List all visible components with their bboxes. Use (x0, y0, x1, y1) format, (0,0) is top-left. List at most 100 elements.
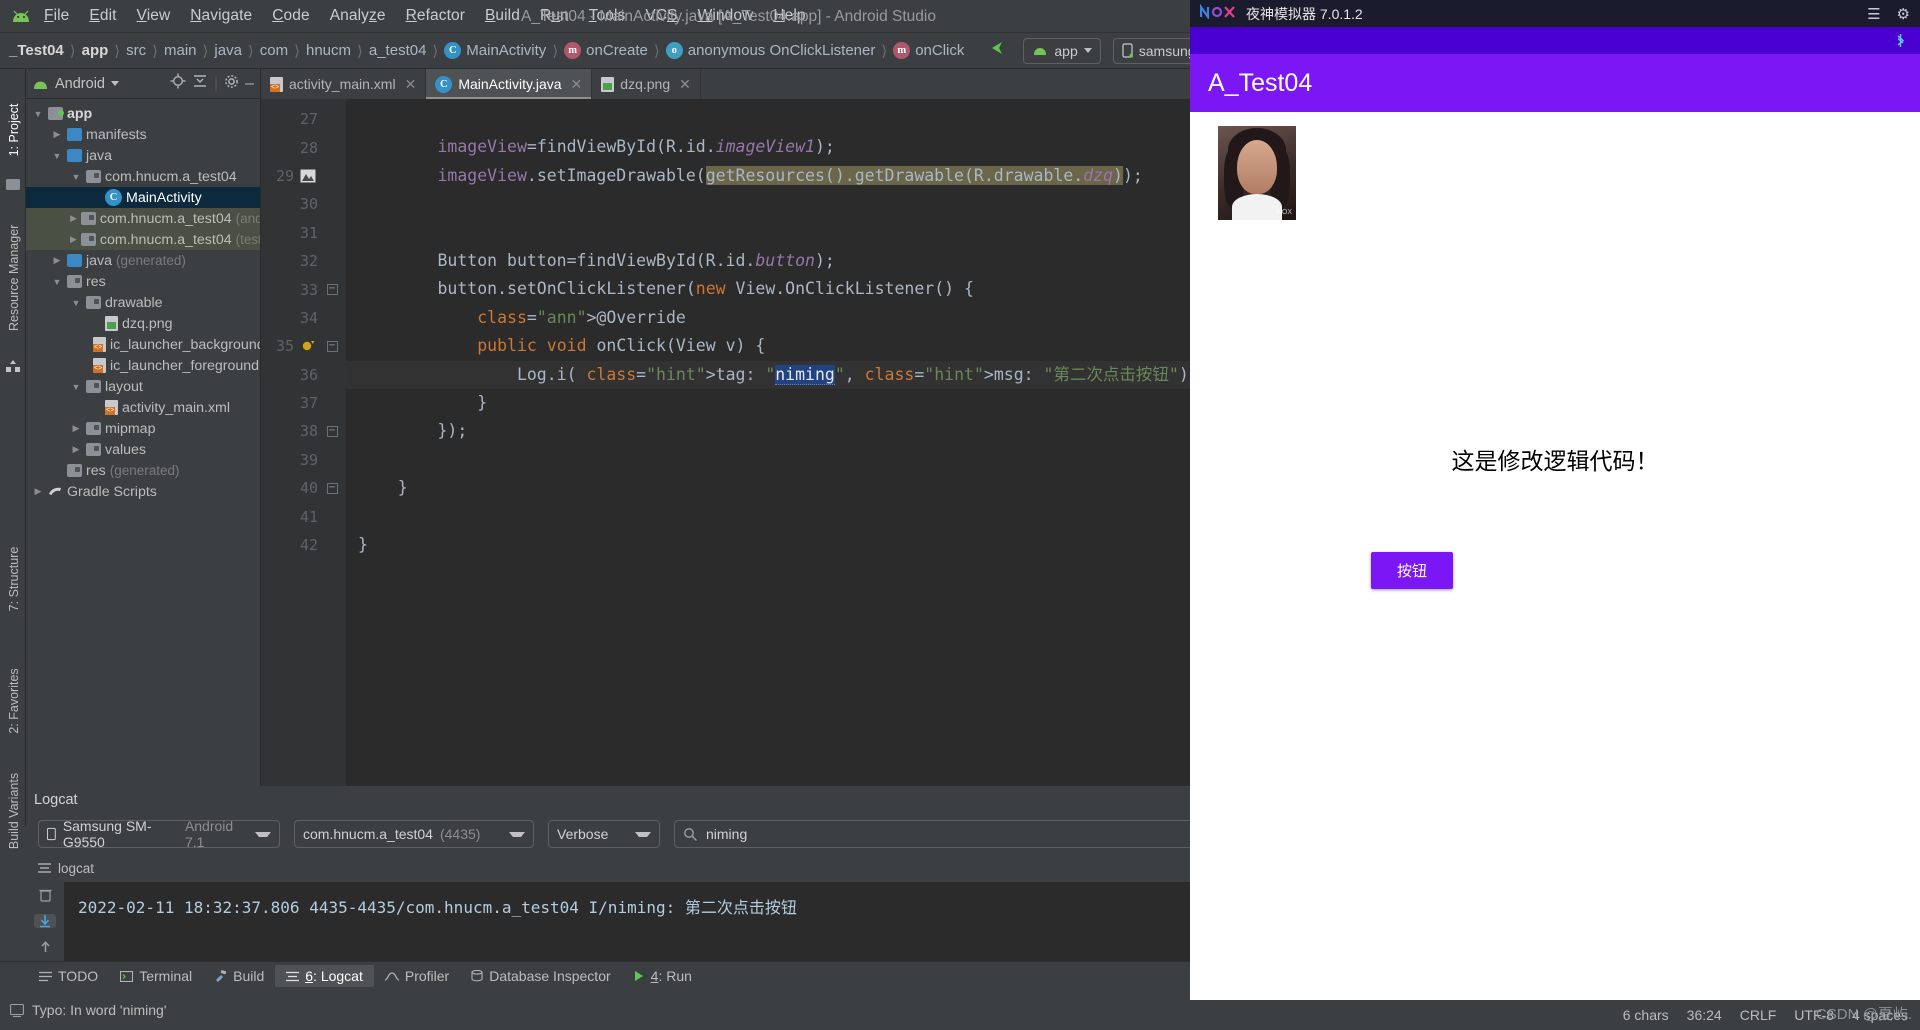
logcat-process-selector[interactable]: com.hnucm.a_test04 (4435) (294, 820, 534, 848)
rail-item-resource-manager[interactable]: Resource Manager (7, 225, 21, 331)
settings-gear-icon[interactable] (224, 74, 239, 94)
chevron-down-icon[interactable]: ▼ (32, 109, 44, 119)
chevron-right-icon[interactable]: ▶ (70, 234, 77, 245)
project-view-mode[interactable]: Android (55, 76, 105, 92)
breadcrumb-item-4[interactable]: java (209, 42, 247, 59)
menu-item-run[interactable]: Run (530, 4, 579, 28)
code-fold-toggle[interactable]: ─ (322, 478, 342, 498)
gutter-line-33[interactable]: 33 ─ (261, 275, 346, 303)
gutter-line-35[interactable]: 35 ─ (261, 332, 346, 360)
code-fold-toggle[interactable]: ─ (322, 280, 342, 300)
scroll-to-end-icon[interactable] (34, 914, 56, 928)
emulator-menu-icon[interactable]: ☰ (1867, 5, 1880, 23)
gutter-line-30[interactable]: 30 (261, 190, 346, 218)
menu-item-navigate[interactable]: Navigate (180, 4, 262, 28)
bottom-item-terminal[interactable]: Terminal (109, 965, 203, 987)
bottom-item-run[interactable]: 4: Run (622, 965, 703, 987)
gutter-line-38[interactable]: 38 ─ (261, 417, 346, 445)
editor-tab-dzq-png[interactable]: dzq.png ✕ (592, 69, 701, 99)
breadcrumb-item-1[interactable]: app (77, 42, 114, 59)
menu-item-code[interactable]: Code (262, 4, 319, 28)
hide-panel-icon[interactable]: – (245, 75, 254, 91)
rail-item-build-variants[interactable]: Build Variants (7, 771, 21, 851)
clear-logcat-icon[interactable] (34, 888, 56, 902)
close-icon[interactable]: ✕ (405, 76, 417, 93)
chevron-down-icon[interactable]: ▼ (51, 277, 63, 287)
chevron-right-icon[interactable]: ▶ (51, 255, 63, 266)
tree-node-values[interactable]: ▶ values (26, 439, 260, 460)
breadcrumb-item-7[interactable]: a_test04 (364, 42, 432, 59)
menu-item-analyze[interactable]: Analyze (320, 4, 396, 28)
breadcrumb-item-5[interactable]: com (255, 42, 293, 59)
chevron-right-icon[interactable]: ▶ (70, 213, 77, 224)
chevron-right-icon[interactable]: ▶ (32, 486, 44, 497)
bottom-item-logcat[interactable]: 6: Logcat (275, 965, 374, 987)
breadcrumb-item-3[interactable]: main (159, 42, 202, 59)
tree-node-activity-main-xml[interactable]: activity_main.xml (26, 397, 260, 418)
tree-node-res[interactable]: res (generated) (26, 460, 260, 481)
gutter-line-42[interactable]: 42 (261, 531, 346, 559)
tree-node-res[interactable]: ▼ res (26, 271, 260, 292)
breadcrumb-item-6[interactable]: hnucm (301, 42, 356, 59)
editor-gutter[interactable]: 27 28 29 30 31 32 33 ─ 34 35 ─ 36 37 38 ─ 39 40 ─ 41 42 (261, 99, 346, 826)
rail-item-project[interactable]: 1: Project (7, 90, 21, 170)
breadcrumb-item-8[interactable]: C MainActivity (439, 42, 551, 59)
run-configuration-selector[interactable]: app (1023, 37, 1101, 64)
gutter-line-36[interactable]: 36 (261, 361, 346, 389)
caret-position[interactable]: 36:24 (1687, 1007, 1722, 1023)
gutter-line-39[interactable]: 39 (261, 446, 346, 474)
emulator-button[interactable]: 按钮 (1371, 552, 1453, 589)
menu-item-help[interactable]: Help (763, 4, 815, 28)
code-fold-toggle[interactable]: ─ (322, 336, 342, 356)
breadcrumb-item-2[interactable]: src (121, 42, 151, 59)
menu-item-window[interactable]: Window (688, 4, 764, 28)
chevron-down-icon[interactable]: ▼ (70, 298, 82, 308)
close-icon[interactable]: ✕ (571, 76, 583, 93)
bottom-item-build[interactable]: Build (203, 965, 275, 987)
gutter-line-37[interactable]: 37 (261, 389, 346, 417)
breadcrumb-item-10[interactable]: o anonymous OnClickListener (661, 42, 881, 59)
image-preview-icon[interactable] (298, 166, 318, 186)
menu-item-file[interactable]: FFileile (34, 4, 79, 28)
intention-bulb-icon[interactable] (298, 336, 318, 356)
code-fold-toggle[interactable]: ─ (322, 421, 342, 441)
bottom-item-database-inspector[interactable]: Database Inspector (460, 965, 621, 987)
logcat-device-selector[interactable]: Samsung SM-G9550 Android 7.1 (38, 818, 280, 850)
tree-node-ic-launcher-background[interactable]: ic_launcher_background. (26, 334, 260, 355)
gutter-line-40[interactable]: 40 ─ (261, 474, 346, 502)
gutter-line-34[interactable]: 34 (261, 304, 346, 332)
tree-node-manifests[interactable]: ▶ manifests (26, 124, 260, 145)
locate-file-icon[interactable] (170, 73, 186, 94)
chevron-right-icon[interactable]: ▶ (70, 423, 82, 434)
editor-tab-activity-main-xml[interactable]: activity_main.xml ✕ (261, 69, 427, 99)
gutter-line-41[interactable]: 41 (261, 502, 346, 530)
breadcrumb-item-11[interactable]: m onClick (888, 42, 969, 59)
menu-item-refactor[interactable]: Refactor (396, 4, 475, 28)
tree-node-dzq-png[interactable]: dzq.png (26, 313, 260, 334)
tree-node-java[interactable]: ▼ java (26, 145, 260, 166)
tree-node-com-hnucm-a-test04[interactable]: ▶ com.hnucm.a_test04(andro (26, 208, 260, 229)
chevron-down-icon[interactable] (110, 81, 119, 86)
chevron-right-icon[interactable]: ▶ (70, 444, 82, 455)
line-separator[interactable]: CRLF (1740, 1007, 1777, 1023)
up-arrow-icon[interactable] (34, 940, 56, 954)
tree-node-ic-launcher-foreground[interactable]: ic_launcher_foreground. (26, 355, 260, 376)
close-icon[interactable]: ✕ (679, 76, 691, 93)
project-tree[interactable]: ▼ app ▶ manifests ▼ java ▼ com.hnucm.a_test04 C M… (26, 99, 260, 817)
breadcrumb-item-0[interactable]: _Test04 (4, 42, 69, 59)
tree-node-drawable[interactable]: ▼ drawable (26, 292, 260, 313)
emulator-settings-icon[interactable]: ⚙ (1897, 5, 1910, 23)
tree-node-app[interactable]: ▼ app (26, 103, 260, 124)
rail-item-favorites[interactable]: 2: Favorites (7, 661, 21, 741)
chevron-down-icon[interactable]: ▼ (70, 382, 82, 392)
menu-item-tools[interactable]: Tools (579, 4, 636, 28)
menu-item-edit[interactable]: Edit (79, 4, 126, 28)
chevron-down-icon[interactable]: ▼ (51, 151, 63, 161)
gutter-line-31[interactable]: 31 (261, 219, 346, 247)
tree-node-layout[interactable]: ▼ layout (26, 376, 260, 397)
rail-item-structure[interactable]: 7: Structure (7, 539, 21, 619)
emulator-screen[interactable]: NOX 这是修改逻辑代码！ 按钮 (1190, 112, 1920, 1000)
gutter-line-27[interactable]: 27 (261, 105, 346, 133)
menu-item-build[interactable]: Build (475, 4, 530, 28)
tree-node-gradle-scripts[interactable]: ▶ Gradle Scripts (26, 481, 260, 502)
